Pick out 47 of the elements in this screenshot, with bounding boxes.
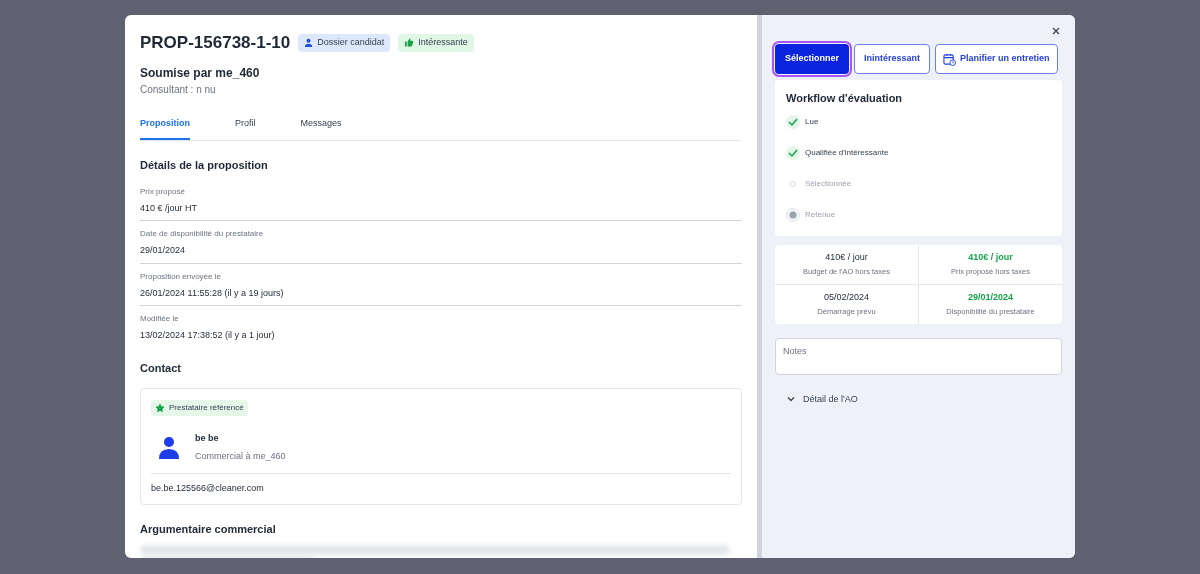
star-icon [155, 403, 165, 413]
status-badge: Intéressante [398, 34, 474, 52]
workflow-step: Sélectionnée [805, 177, 852, 190]
contact-role: Commercial à me_460 [195, 449, 286, 463]
notes-field[interactable]: Notes [775, 337, 1062, 375]
select-button[interactable]: Sélectionner [775, 44, 850, 74]
contact-email: be.be.125566@cleaner.com [151, 482, 265, 495]
field-label: Date de disponibilité du prestataire [140, 228, 265, 240]
submitter-text: Soumise par me_460 [140, 64, 261, 82]
field-label: Proposition envoyée le [140, 270, 222, 283]
close-icon[interactable] [1052, 27, 1060, 35]
field-value: 13/02/2024 17:38:52 (il y a 1 jour) [140, 329, 276, 342]
stat-value: 05/02/2024 [823, 290, 869, 304]
referenced-badge: Prestataire référencé [151, 400, 248, 416]
consultant-text: Consultant : n nu [140, 82, 217, 97]
ao-detail-toggle[interactable]: Détail de l'AO [787, 392, 1062, 406]
field-label: Modifiée le [140, 313, 180, 325]
check-icon [786, 145, 800, 160]
field-label: Prix proposé [140, 185, 186, 198]
stat-value: 410€ / jour [825, 250, 868, 264]
calendar-icon [943, 52, 957, 66]
workflow-step: Lue [805, 115, 819, 128]
tab[interactable]: Messages [300, 116, 342, 140]
candidate-badge: Dossier candidat [298, 34, 391, 52]
field-value: 29/01/2024 [140, 244, 187, 257]
section-title: Contact [140, 360, 182, 376]
schedule-button[interactable]: Planifier un entretien [935, 44, 1058, 74]
stat-value: 29/01/2024 [967, 290, 1013, 304]
stat-value: 410€ / jour [968, 250, 1013, 264]
proposal-title: PROP-156738-1-10 [140, 32, 291, 54]
tab[interactable]: Profil [235, 116, 256, 140]
check-icon [786, 114, 800, 129]
chevron-icon [787, 396, 795, 403]
person-icon [159, 436, 179, 459]
section-title: Détails de la proposition [140, 158, 269, 173]
field-value: 410 € /jour HT [140, 201, 199, 215]
field-value: 26/01/2024 11:55:28 (il y a 19 jours) [140, 286, 285, 300]
contact-name: be be [195, 432, 220, 445]
card-title: Workflow d'évaluation [786, 91, 904, 106]
tab[interactable]: Proposition [140, 116, 190, 140]
person-icon [304, 38, 314, 48]
section-title: Argumentaire commercial [140, 521, 277, 537]
pending-step-icon [786, 207, 800, 222]
thumbs-up-icon [404, 38, 415, 48]
not-interested-button[interactable]: Inintéressant [854, 44, 931, 74]
workflow-step: Qualifiée d'intéressante [805, 146, 889, 159]
workflow-step: Retenue [805, 208, 836, 221]
